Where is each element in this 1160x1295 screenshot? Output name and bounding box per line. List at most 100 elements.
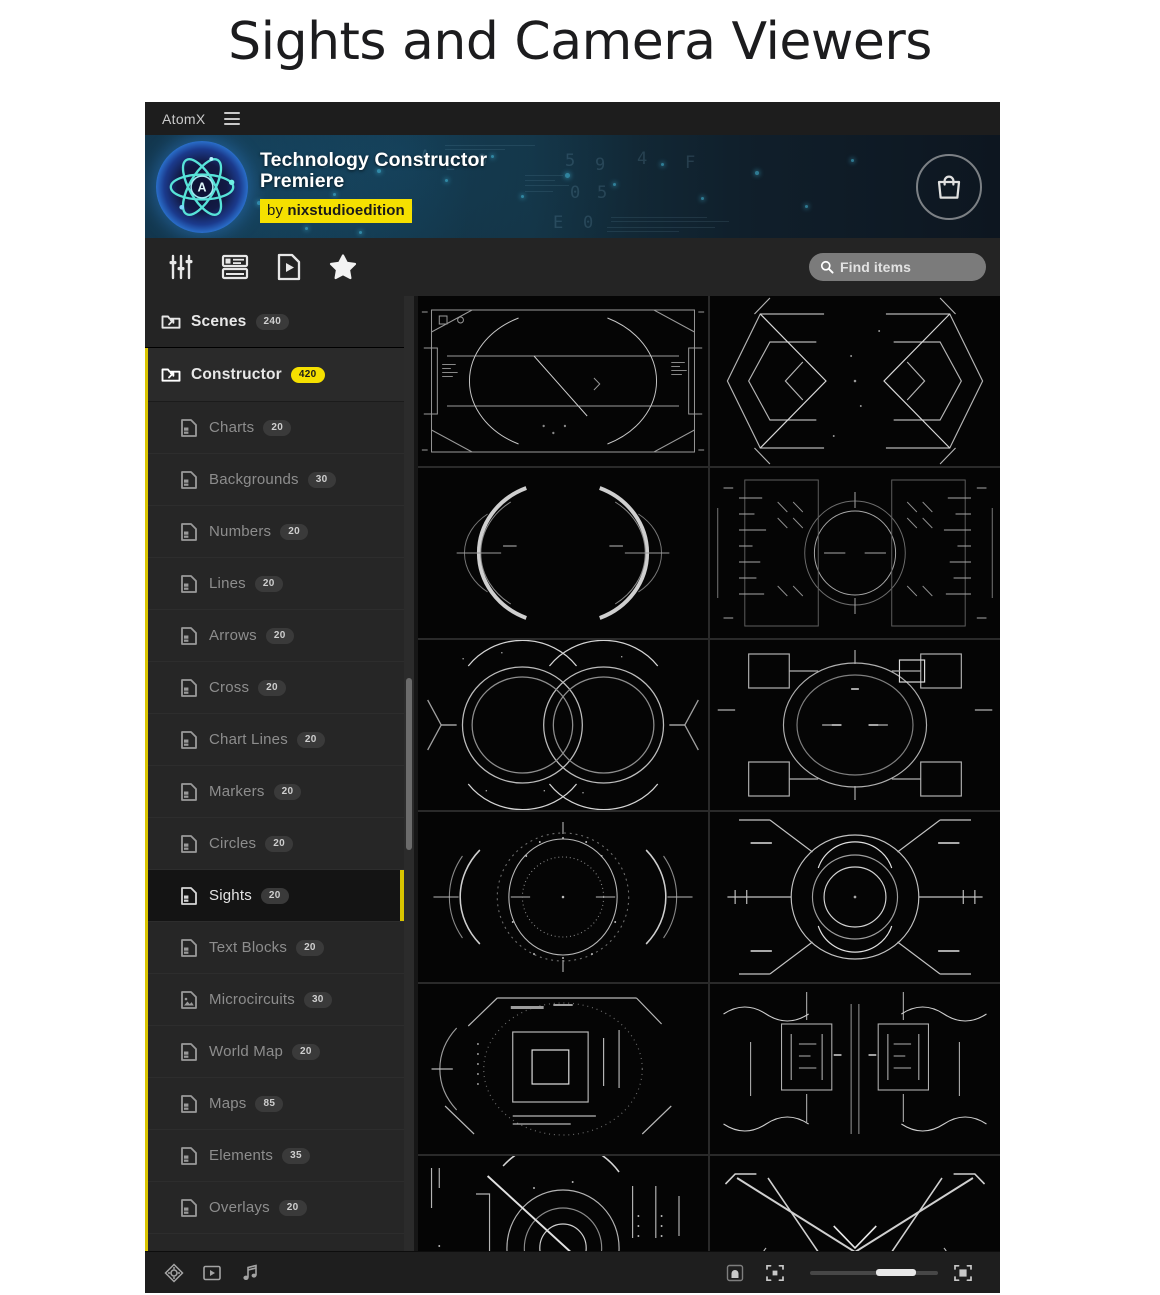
lock-icon[interactable] (720, 1260, 750, 1286)
sidebar-item-label: Sights (209, 887, 252, 904)
asset-grid (418, 296, 1000, 1251)
grid-item[interactable] (710, 468, 1000, 638)
hamburger-icon[interactable] (223, 112, 240, 125)
grid-item[interactable] (710, 640, 1000, 810)
sidebar-item-overlays[interactable]: Overlays 20 (145, 1182, 404, 1234)
title-bar: AtomX (145, 102, 1000, 135)
shopping-bag-icon (937, 175, 961, 199)
preview-play-icon[interactable] (197, 1260, 227, 1286)
main-toolbar: Find items (145, 238, 1000, 296)
star-icon[interactable] (321, 247, 365, 287)
thumbnail-small-icon[interactable] (760, 1260, 790, 1286)
sliders-icon[interactable] (159, 247, 203, 287)
sidebar-item-label: Elements (209, 1147, 274, 1164)
sidebar-item-count: 35 (282, 1147, 310, 1164)
sidebar-item-elements[interactable]: Elements 35 (145, 1130, 404, 1182)
banner-digit: 0 (570, 183, 581, 203)
list-layout-icon[interactable] (213, 247, 257, 287)
banner-digit: 0 (583, 213, 594, 233)
atom-icon: A (169, 156, 235, 216)
sidebar-item-maps[interactable]: Maps 85 (145, 1078, 404, 1130)
sidebar-item-cross[interactable]: Cross 20 (145, 662, 404, 714)
sidebar-item-count: 20 (265, 627, 294, 644)
sidebar-accent-bar (145, 348, 148, 1251)
grid-item[interactable] (418, 640, 708, 810)
sidebar-item-count: 85 (255, 1095, 284, 1112)
sidebar-item-sights[interactable]: Sights 20 (145, 870, 404, 922)
banner-digit: 5 (565, 151, 576, 171)
file-play-icon[interactable] (267, 247, 311, 287)
sidebar-item-charts[interactable]: Charts 20 (145, 402, 404, 454)
category-sidebar[interactable]: Scenes 240 Constructor 420 Charts 20 Bac… (145, 296, 404, 1251)
sidebar-item-scenes[interactable]: Scenes 240 (145, 296, 404, 348)
sidebar-item-count: 20 (292, 1043, 320, 1060)
banner-author-chip[interactable]: by nixstudioedition (260, 199, 412, 223)
sidebar-item-backgrounds[interactable]: Backgrounds 30 (145, 454, 404, 506)
sidebar-item-chart-lines[interactable]: Chart Lines 20 (145, 714, 404, 766)
sidebar-item-arrows[interactable]: Arrows 20 (145, 610, 404, 662)
grid-item[interactable] (418, 468, 708, 638)
sidebar-item-count: 20 (265, 835, 293, 852)
sidebar-item-world-map[interactable]: World Map 20 (145, 1026, 404, 1078)
sidebar-item-label: Charts (209, 419, 255, 436)
search-input[interactable]: Find items (809, 253, 986, 281)
transform-icon[interactable] (159, 1260, 189, 1286)
folder-move-icon (161, 315, 181, 329)
sidebar-item-label: Markers (209, 783, 265, 800)
banner-digit: E (553, 213, 564, 233)
grid-item[interactable] (710, 296, 1000, 466)
sidebar-item-label: Chart Lines (209, 731, 288, 748)
grid-item[interactable] (418, 296, 708, 466)
zoom-slider[interactable] (810, 1266, 938, 1280)
page-title: Sights and Camera Viewers (228, 12, 932, 72)
zoom-slider-handle[interactable] (876, 1269, 916, 1276)
sidebar-scroll-container[interactable]: Scenes 240 Constructor 420 Charts 20 Bac… (145, 296, 404, 1251)
content-area: Scenes 240 Constructor 420 Charts 20 Bac… (145, 296, 1000, 1251)
sidebar-item-label: Backgrounds (209, 471, 299, 488)
sidebar-item-label: World Map (209, 1043, 284, 1060)
sidebar-item-microcircuits[interactable]: Microcircuits 30 (145, 974, 404, 1026)
sidebar-item-lines[interactable]: Lines 20 (145, 558, 404, 610)
file-media-icon (181, 418, 197, 437)
grid-item[interactable] (710, 812, 1000, 982)
bottom-status-bar (145, 1251, 1000, 1293)
file-media-icon (181, 470, 197, 489)
sidebar-item-label: Cross (209, 679, 250, 696)
grid-scrollbar-thumb[interactable] (406, 678, 412, 850)
file-media-icon (181, 834, 197, 853)
file-media-icon (181, 678, 197, 697)
app-brand-label: AtomX (162, 110, 206, 127)
sidebar-item-count: 30 (307, 471, 336, 488)
file-media-icon (181, 886, 197, 905)
thumbnail-large-icon[interactable] (948, 1260, 978, 1286)
grid-item[interactable] (418, 1156, 708, 1251)
grid-item[interactable] (710, 1156, 1000, 1251)
music-note-icon[interactable] (235, 1260, 265, 1286)
sidebar-item-count: 20 (280, 523, 308, 540)
sidebar-item-constructor[interactable]: Constructor 420 (145, 348, 404, 402)
grid-item[interactable] (710, 984, 1000, 1154)
grid-item[interactable] (418, 812, 708, 982)
sidebar-item-label: Microcircuits (209, 991, 295, 1008)
banner-author-name: nixstudioedition (287, 202, 405, 219)
sidebar-item-count: 30 (303, 991, 332, 1008)
file-media-icon (181, 522, 197, 541)
file-media-icon (181, 1146, 197, 1165)
sidebar-item-text-blocks[interactable]: Text Blocks 20 (145, 922, 404, 974)
search-placeholder: Find items (840, 259, 912, 275)
grid-item[interactable] (418, 984, 708, 1154)
banner-digit: F (685, 153, 696, 173)
sidebar-item-circles[interactable]: Circles 20 (145, 818, 404, 870)
sidebar-item-label: Constructor (191, 365, 282, 383)
file-media-icon (181, 1042, 197, 1061)
banner-title: Technology Constructor Premiere (260, 149, 488, 192)
grid-scrollbar-track[interactable] (404, 296, 414, 1251)
sidebar-item-count: 20 (258, 679, 286, 696)
shopping-bag-button[interactable] (916, 153, 982, 220)
asset-grid-panel (404, 296, 1000, 1251)
atom-logo: A (156, 140, 248, 233)
banner-digit: 4 (637, 149, 648, 169)
sidebar-item-numbers[interactable]: Numbers 20 (145, 506, 404, 558)
logo-letter: A (197, 180, 206, 194)
sidebar-item-markers[interactable]: Markers 20 (145, 766, 404, 818)
